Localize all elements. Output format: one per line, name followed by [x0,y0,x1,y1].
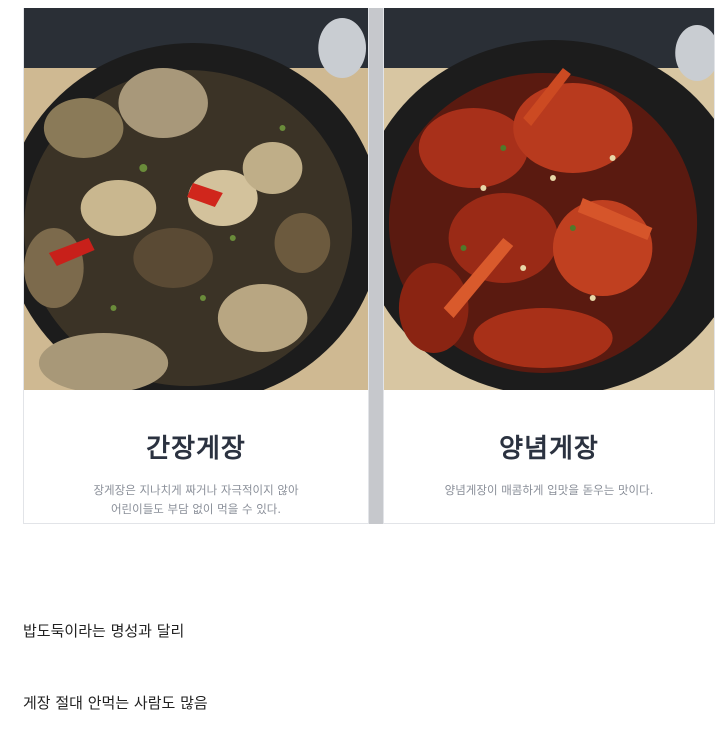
soy-crab-image [24,8,368,390]
spicy-crab-caption: 양념게장 양념게장이 매콤하게 입맛을 돋우는 맛이다. [384,390,714,524]
spicy-crab-desc-line1: 양념게장이 매콤하게 입맛을 돋우는 맛이다. [444,483,654,497]
spicy-crab-photo [384,8,714,390]
spicy-crab-title: 양념게장 [499,434,599,464]
card-divider [369,8,383,524]
soy-crab-desc-line1: 장게장은 지나치게 짜거나 자극적이지 않아 [93,483,299,497]
soy-crab-card: 간장게장 장게장은 지나치게 짜거나 자극적이지 않아 어린이들도 부담 없이 … [23,8,369,524]
soy-crab-description: 장게장은 지나치게 짜거나 자극적이지 않아 어린이들도 부담 없이 먹을 수 … [24,481,368,519]
soy-crab-title: 간장게장 [146,434,246,464]
dish-cards: 간장게장 장게장은 지나치게 짜거나 자극적이지 않아 어린이들도 부담 없이 … [23,8,715,524]
post-text-line2: 게장 절대 안먹는 사람도 많음 [23,694,208,712]
soy-crab-photo [24,8,368,390]
soy-crab-caption: 간장게장 장게장은 지나치게 짜거나 자극적이지 않아 어린이들도 부담 없이 … [24,390,368,524]
spicy-crab-description: 양념게장이 매콤하게 입맛을 돋우는 맛이다. [384,481,714,500]
soy-crab-desc-line2: 어린이들도 부담 없이 먹을 수 있다. [110,502,282,516]
post-text-line1: 밥도둑이라는 명성과 달리 [23,622,185,640]
spicy-crab-image [384,8,714,390]
spicy-crab-card: 양념게장 양념게장이 매콤하게 입맛을 돋우는 맛이다. [383,8,715,524]
